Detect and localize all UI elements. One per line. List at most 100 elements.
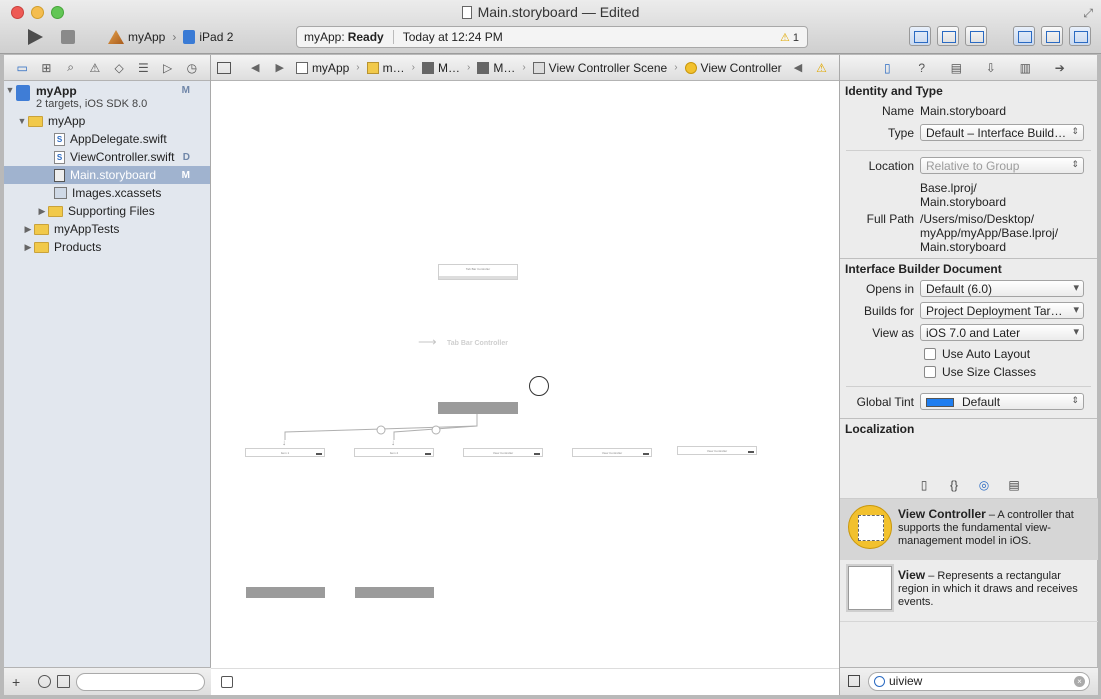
swift-file-icon: S xyxy=(54,150,65,164)
navigator-filter-input[interactable] xyxy=(76,673,205,691)
utilities-inspector: ▯ ? ▤ ⇩ ▥ ➔ Identity and Type Name Main.… xyxy=(839,55,1098,695)
view-controller-scene[interactable]: View Controller xyxy=(463,448,543,457)
clear-search-icon[interactable]: × xyxy=(1074,676,1085,687)
storyboard-canvas[interactable]: Tab Bar Controller ⟶ Tab Bar Controller … xyxy=(211,82,839,668)
forward-arrow-icon[interactable]: ▶ xyxy=(275,61,283,74)
global-tint-popup[interactable]: Default xyxy=(920,393,1084,410)
tree-row-viewcontroller[interactable]: S ViewController.swift D xyxy=(4,148,210,166)
disclosure-open-icon[interactable]: ▼ xyxy=(16,116,28,126)
tree-row-supporting-files[interactable]: ▶ Supporting Files xyxy=(4,202,210,220)
file-type-popup[interactable]: Default – Interface Build… xyxy=(920,124,1084,141)
document-outline-toggle-icon[interactable] xyxy=(221,676,233,688)
assistant-editor-button[interactable] xyxy=(937,26,959,46)
back-arrow-icon[interactable]: ◀ xyxy=(251,61,259,74)
library-item-view[interactable]: View – Represents a rectangular region i… xyxy=(840,560,1098,622)
inspector-tabs: ▯ ? ▤ ⇩ ▥ ➔ xyxy=(840,55,1097,81)
project-navigator-tab-icon[interactable]: ▭ xyxy=(13,61,31,75)
view-controller-icon xyxy=(684,61,697,74)
disclosure-closed-icon[interactable]: ▶ xyxy=(22,242,34,253)
tree-item-label: Supporting Files xyxy=(68,204,155,218)
breakpoint-navigator-tab-icon[interactable]: ▷ xyxy=(159,61,177,75)
disclosure-closed-icon[interactable]: ▶ xyxy=(36,206,48,217)
warning-indicator[interactable]: ⚠ 1 xyxy=(780,31,799,44)
issue-navigator-tab-icon[interactable]: ⚠ xyxy=(86,61,104,75)
breadcrumb-scene[interactable]: View Controller Scene xyxy=(529,61,672,75)
item1-placeholder[interactable] xyxy=(246,587,325,598)
view-controller-scene[interactable]: View Controller xyxy=(572,448,652,457)
add-icon[interactable]: + xyxy=(12,674,20,690)
file-name-value: Main.storyboard xyxy=(920,104,1007,118)
stop-button[interactable] xyxy=(61,30,75,44)
toggle-utilities-button[interactable] xyxy=(1069,26,1091,46)
library-tabs: ▯ {} ◎ ▤ xyxy=(840,474,1098,498)
library-item-title: View Controller xyxy=(898,507,986,521)
builds-for-popup[interactable]: Project Deployment Tar… xyxy=(920,302,1084,319)
svg-text:↓: ↓ xyxy=(282,438,286,447)
log-navigator-tab-icon[interactable]: ◷ xyxy=(183,61,201,75)
tree-row-myapptests[interactable]: ▶ myAppTests xyxy=(4,220,210,238)
breadcrumb-storyboard[interactable]: M… xyxy=(418,61,464,75)
related-items-icon[interactable] xyxy=(217,61,231,74)
find-navigator-tab-icon[interactable]: ⌕ xyxy=(62,60,80,75)
breadcrumb-group[interactable]: m… xyxy=(363,61,409,75)
location-popup[interactable]: Relative to Group xyxy=(920,157,1084,174)
tree-item-label: myAppTests xyxy=(54,222,120,236)
disclosure-open-icon[interactable]: ▼ xyxy=(4,85,16,95)
item2-scene[interactable]: Item 2 xyxy=(354,448,434,457)
standard-editor-button[interactable] xyxy=(909,26,931,46)
opens-in-row: Opens in Default (6.0) xyxy=(840,279,1097,301)
fullscreen-icon[interactable]: ⤢ xyxy=(1083,6,1093,21)
toggle-navigator-button[interactable] xyxy=(1013,26,1035,46)
checkbox-unchecked[interactable] xyxy=(924,366,936,378)
object-library-icon[interactable]: ◎ xyxy=(978,478,990,492)
tree-row-images-xcassets[interactable]: Images.xcassets xyxy=(4,184,210,202)
attributes-inspector-tab-icon[interactable]: ⇩ xyxy=(982,61,1000,75)
previous-issue-icon[interactable]: ◀ xyxy=(794,61,802,74)
code-snippet-library-icon[interactable]: {} xyxy=(948,478,960,492)
view-controller-scene[interactable]: View Controller xyxy=(677,446,757,455)
storyboard-file-icon xyxy=(54,168,65,182)
warning-icon[interactable]: ⚠ xyxy=(816,61,827,75)
tree-row-group-myapp[interactable]: ▼ myApp xyxy=(4,112,210,130)
global-tint-row: Global Tint Default xyxy=(840,392,1097,414)
view-icon xyxy=(846,564,894,612)
run-button[interactable] xyxy=(25,28,45,46)
tree-item-label: AppDelegate.swift xyxy=(70,132,167,146)
test-navigator-tab-icon[interactable]: ◇ xyxy=(110,61,128,75)
quick-help-tab-icon[interactable]: ? xyxy=(913,61,931,75)
version-editor-button[interactable] xyxy=(965,26,987,46)
debug-navigator-tab-icon[interactable]: ☰ xyxy=(134,61,152,75)
breadcrumb-project[interactable]: myApp xyxy=(292,61,353,75)
file-inspector-tab-icon[interactable]: ▯ xyxy=(878,61,896,75)
recent-files-icon[interactable] xyxy=(38,675,51,688)
scheme-selector[interactable]: myApp › iPad 2 xyxy=(108,30,233,44)
chevron-right-icon: › xyxy=(466,62,471,73)
disclosure-closed-icon[interactable]: ▶ xyxy=(22,224,34,235)
checkbox-unchecked[interactable] xyxy=(924,348,936,360)
scheme-device-label: iPad 2 xyxy=(199,30,234,44)
file-template-library-icon[interactable]: ▯ xyxy=(918,478,930,492)
tree-row-main-storyboard[interactable]: Main.storyboard M xyxy=(4,166,210,184)
grid-view-icon[interactable] xyxy=(848,675,860,687)
source-control-filter-icon[interactable] xyxy=(57,675,70,688)
identity-inspector-tab-icon[interactable]: ▤ xyxy=(947,61,965,75)
item1-scene[interactable]: Item 1 xyxy=(245,448,325,457)
tree-row-products[interactable]: ▶ Products xyxy=(4,238,210,256)
library-search-input[interactable]: uiview × xyxy=(868,672,1090,691)
item2-placeholder[interactable] xyxy=(355,587,434,598)
view-as-popup[interactable]: iOS 7.0 and Later xyxy=(920,324,1084,341)
project-icon xyxy=(295,61,308,74)
size-classes-checkbox[interactable]: Use Size Classes xyxy=(840,363,1097,381)
symbol-navigator-tab-icon[interactable]: ⊞ xyxy=(37,61,55,75)
toggle-debug-area-button[interactable] xyxy=(1041,26,1063,46)
media-library-icon[interactable]: ▤ xyxy=(1008,478,1020,492)
tree-row-appdelegate[interactable]: S AppDelegate.swift xyxy=(4,130,210,148)
tree-row-project[interactable]: ▼ myApp 2 targets, iOS SDK 8.0 M xyxy=(4,84,210,112)
connections-inspector-tab-icon[interactable]: ➔ xyxy=(1051,61,1069,75)
breadcrumb-storyboard-base[interactable]: M… xyxy=(473,61,519,75)
size-inspector-tab-icon[interactable]: ▥ xyxy=(1016,61,1034,75)
library-item-view-controller[interactable]: View Controller – A controller that supp… xyxy=(840,498,1098,560)
opens-in-popup[interactable]: Default (6.0) xyxy=(920,280,1084,297)
breadcrumb-view-controller[interactable]: View Controller xyxy=(681,61,786,75)
auto-layout-checkbox[interactable]: Use Auto Layout xyxy=(840,345,1097,363)
